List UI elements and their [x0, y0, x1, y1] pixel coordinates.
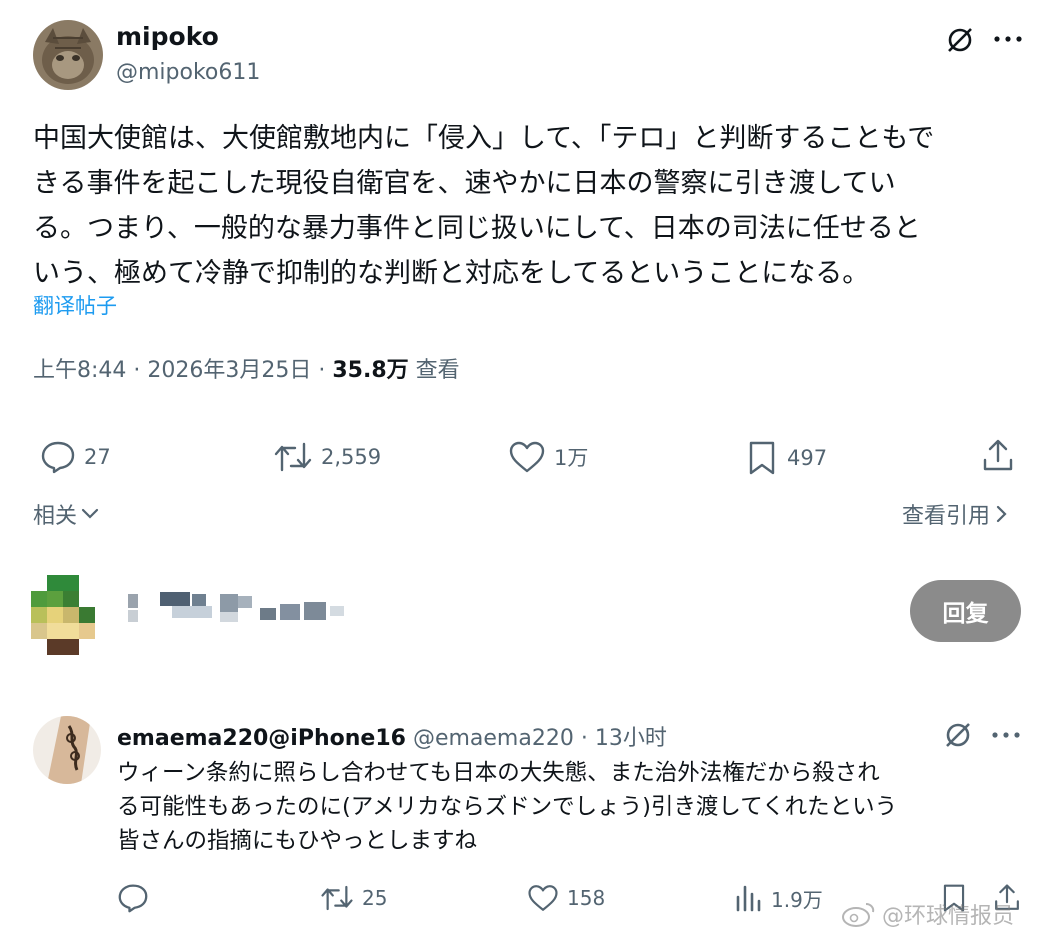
reply-button-label: 回复 — [942, 601, 989, 627]
like-count: 1万 — [554, 446, 589, 470]
reply-text-line: 皆さんの指摘にもひやっとしますね — [117, 828, 478, 854]
post-text-line: きる事件を起こした現役自衛官を、速やかに日本の警察に引き渡してい — [33, 168, 896, 199]
post-meta: 上午8:44 · 2026年3月25日 · 35.8万 查看 — [33, 352, 460, 384]
current-user-avatar — [31, 575, 97, 655]
reply-text-line: る可能性もあったのに(アメリカならズドンでしょう)引き渡してくれたという — [117, 794, 898, 820]
reply-icon — [117, 883, 149, 913]
reply-views-action[interactable]: 1.9万 — [733, 883, 823, 913]
repost-count: 2,559 — [321, 445, 382, 469]
meta-separator: · — [126, 358, 148, 383]
reply-display-name[interactable]: emaema220@iPhone16 — [117, 726, 406, 751]
repost-icon — [320, 883, 354, 913]
reply-like-action[interactable]: 158 — [527, 883, 605, 913]
share-icon[interactable] — [980, 438, 1016, 474]
reply-header: emaema220@iPhone16 @emaema220 · 13小时 — [117, 720, 667, 752]
reply-repost-count: 25 — [362, 886, 388, 910]
post-text-line: る。つまり、一般的な暴力事件と同じ扱いにして、日本の司法に任せると — [33, 213, 921, 244]
meta-separator: · — [311, 358, 333, 383]
reply-text: ウィーン条約に照らし合わせても日本の大失態、また治外法権だから殺され る可能性も… — [117, 756, 897, 858]
post-text: 中国大使館は、大使館敷地内に「侵入」して、「テロ」と判断することもで きる事件を… — [33, 116, 1033, 296]
post-text-line: いう、極めて冷静で抑制的な判断と対応をしてるということになる。 — [33, 258, 870, 289]
reply-handle[interactable]: @emaema220 — [413, 726, 574, 751]
reply-view-count: 1.9万 — [771, 887, 823, 912]
reply-action[interactable]: 27 — [40, 440, 111, 474]
chevron-down-icon — [81, 507, 99, 521]
post-time[interactable]: 上午8:44 — [33, 358, 126, 383]
reply-time[interactable]: 13小时 — [595, 726, 667, 751]
view-count: 35.8万 — [332, 358, 409, 383]
view-quotes-link[interactable]: 查看引用 — [902, 498, 1008, 530]
like-icon — [508, 440, 546, 474]
author-display-name[interactable]: mipoko — [116, 22, 219, 51]
view-label: 查看 — [408, 358, 460, 383]
bookmark-action[interactable]: 497 — [745, 440, 827, 476]
pixelated-placeholder — [128, 592, 344, 622]
more-icon[interactable] — [990, 24, 1026, 54]
bookmark-count: 497 — [787, 446, 828, 470]
reply-text-line: ウィーン条約に照らし合わせても日本の大失態、また治外法権だから殺され — [117, 760, 880, 786]
watermark-text: @环球情报员 — [882, 904, 1015, 929]
reply-author-avatar[interactable] — [33, 716, 101, 784]
post-text-line: 中国大使館は、大使館敷地内に「侵入」して、「テロ」と判断することもで — [33, 123, 935, 154]
related-dropdown[interactable]: 相关 — [33, 498, 99, 530]
reply-input[interactable] — [120, 580, 880, 640]
weibo-icon — [840, 900, 876, 928]
grok-icon[interactable] — [940, 718, 976, 752]
chevron-right-icon — [994, 505, 1008, 523]
more-icon[interactable] — [988, 720, 1024, 750]
repost-icon — [273, 440, 313, 474]
reply-like-count: 158 — [567, 886, 606, 910]
reply-count: 27 — [84, 445, 111, 469]
post-date[interactable]: 2026年3月25日 — [147, 358, 311, 383]
view-quotes-label: 查看引用 — [902, 504, 991, 529]
like-icon — [527, 883, 559, 913]
translate-link[interactable]: 翻译帖子 — [33, 290, 117, 320]
like-action[interactable]: 1万 — [508, 440, 588, 474]
bookmark-icon — [745, 440, 779, 476]
repost-action[interactable]: 2,559 — [273, 440, 381, 474]
reply-button[interactable]: 回复 — [910, 580, 1021, 642]
reply-repost-action[interactable]: 25 — [320, 883, 387, 913]
related-label: 相关 — [33, 504, 78, 529]
reply-icon — [40, 440, 76, 474]
watermark: @环球情报员 — [840, 898, 1014, 930]
views-icon — [733, 883, 763, 913]
grok-icon[interactable] — [942, 22, 978, 58]
meta-separator: · — [573, 726, 595, 751]
reply-reply-action[interactable] — [117, 883, 157, 913]
author-handle[interactable]: @mipoko611 — [116, 60, 260, 85]
author-avatar[interactable] — [33, 20, 103, 90]
